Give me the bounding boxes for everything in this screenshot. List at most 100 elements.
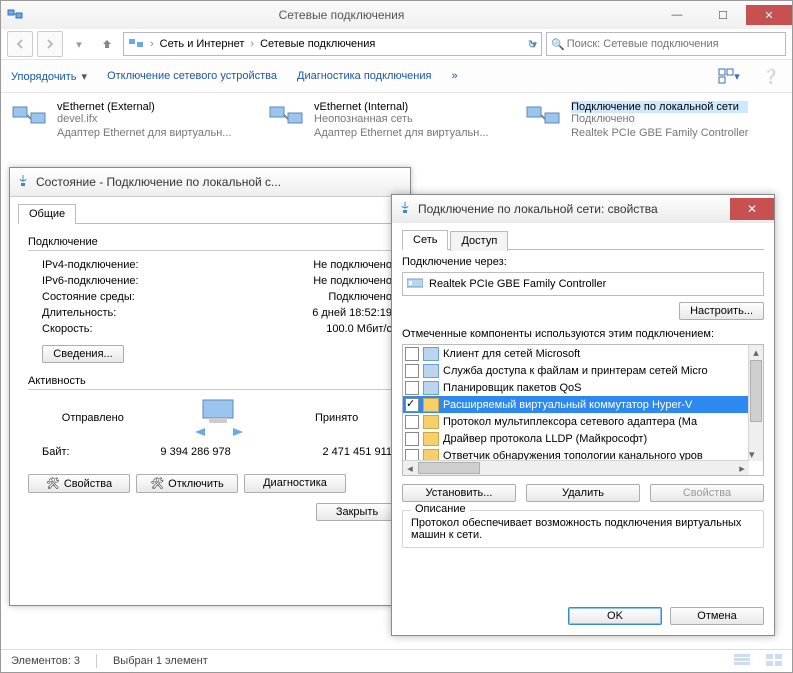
duration-value: 6 дней 18:52:19 [312, 307, 392, 319]
group-connection: Подключение [28, 236, 392, 248]
search-box[interactable]: 🔍 [546, 32, 786, 56]
tab-sharing[interactable]: Доступ [450, 231, 508, 251]
checkbox[interactable] [405, 398, 419, 412]
details-button[interactable]: Сведения... [42, 345, 124, 363]
configure-button[interactable]: Настроить... [679, 302, 764, 320]
connect-via-label: Подключение через: [402, 256, 764, 268]
list-item[interactable]: Служба доступа к файлам и принтерам сете… [403, 362, 763, 379]
cancel-button[interactable]: Отмена [670, 607, 764, 625]
bytes-sent: 9 394 286 978 [111, 446, 231, 458]
gear-icon: 🛠 [46, 477, 60, 490]
properties-button[interactable]: 🛠Свойства [28, 474, 130, 493]
duration-label: Длительность: [42, 307, 116, 319]
connection-list: vEthernet (External) devel.ifx Адаптер E… [1, 93, 792, 149]
ok-button[interactable]: OK [568, 607, 662, 625]
toolbar-overflow[interactable]: » [451, 70, 457, 82]
breadcrumb-seg[interactable]: Сеть и Интернет [160, 38, 245, 50]
organize-menu[interactable]: Упорядочить ▾ [11, 70, 87, 83]
connection-name: Подключение по локальной сети [571, 101, 748, 113]
close-button[interactable]: ✕ [730, 198, 774, 220]
diagnose-link[interactable]: Диагностика подключения [297, 70, 431, 82]
remove-button[interactable]: Удалить [526, 484, 640, 502]
nic-icon [407, 277, 423, 292]
search-input[interactable] [565, 37, 781, 51]
bytes-received: 2 471 451 911 [272, 446, 392, 458]
chevron-icon: › [250, 38, 254, 50]
list-item[interactable]: Протокол мультиплексора сетевого адаптер… [403, 413, 763, 430]
components-list[interactable]: Клиент для сетей Microsoft Служба доступ… [402, 344, 764, 476]
connection-status: Подключено [571, 113, 748, 127]
address-bar[interactable]: › Сеть и Интернет › Сетевые подключения … [123, 32, 542, 56]
close-button[interactable]: ✕ [746, 5, 792, 25]
horizontal-scrollbar[interactable]: ◂▸ [403, 460, 749, 475]
checkbox[interactable] [405, 432, 419, 446]
ipv4-value: Не подключено [313, 259, 392, 271]
selection-count: Выбран 1 элемент [113, 655, 208, 667]
connection-item[interactable]: vEthernet (External) devel.ifx Адаптер E… [11, 101, 258, 141]
up-button[interactable] [95, 32, 119, 56]
sent-label: Отправлено [62, 412, 124, 424]
view-details-icon[interactable] [734, 654, 750, 669]
description-text: Протокол обеспечивает возможность подклю… [411, 517, 741, 541]
view-tiles-icon[interactable] [766, 654, 782, 669]
bytes-label: Байт: [42, 446, 70, 458]
close-dialog-button[interactable]: Закрыть [316, 503, 398, 521]
breadcrumb-seg[interactable]: Сетевые подключения [260, 38, 375, 50]
network-icon [16, 174, 30, 191]
adapter-name: Realtek PCIe GBE Family Controller [429, 278, 606, 290]
disable-icon: 🛠 [150, 477, 164, 490]
tab-general[interactable]: Общие [18, 204, 76, 224]
list-item[interactable]: Драйвер протокола LLDP (Майкрософт) [403, 430, 763, 447]
forward-button[interactable] [37, 31, 63, 57]
disable-device-link[interactable]: Отключение сетевого устройства [107, 70, 277, 82]
navigation-row: ▾ › Сеть и Интернет › Сетевые подключени… [1, 29, 792, 60]
ipv6-value: Не подключено [313, 275, 392, 287]
component-icon [423, 347, 439, 361]
connection-adapter: Realtek PCIe GBE Family Controller [571, 127, 748, 141]
window-titlebar: Сетевые подключения — ☐ ✕ [1, 1, 792, 29]
received-label: Принято [315, 412, 358, 424]
history-dropdown[interactable]: ▾ [67, 32, 91, 56]
disable-button[interactable]: 🛠Отключить [136, 474, 238, 493]
adapter-field: Realtek PCIe GBE Family Controller [402, 272, 764, 296]
connection-item-selected[interactable]: Подключение по локальной сети Подключено… [525, 101, 782, 141]
window-title: Сетевые подключения [29, 8, 654, 22]
maximize-button[interactable]: ☐ [700, 5, 746, 25]
list-item[interactable]: Клиент для сетей Microsoft [403, 345, 763, 362]
checkbox[interactable] [405, 415, 419, 429]
diagnose-button[interactable]: Диагностика [244, 474, 346, 493]
refresh-button[interactable]: ↻ [528, 38, 537, 51]
description-legend: Описание [411, 503, 470, 515]
install-button[interactable]: Установить... [402, 484, 516, 502]
description-box: Описание Протокол обеспечивает возможнос… [402, 510, 764, 548]
component-icon [423, 415, 439, 429]
tab-network[interactable]: Сеть [402, 230, 448, 250]
list-item[interactable]: Планировщик пакетов QoS [403, 379, 763, 396]
connection-adapter: Адаптер Ethernet для виртуальн... [314, 127, 488, 141]
activity-icon [191, 396, 247, 440]
checkbox[interactable] [405, 381, 419, 395]
folder-icon [128, 35, 144, 54]
scrollbar-thumb[interactable] [750, 360, 762, 422]
media-value: Подключено [328, 291, 392, 303]
connection-status: devel.ifx [57, 113, 231, 127]
connection-name: vEthernet (External) [57, 101, 231, 113]
checkbox[interactable] [405, 347, 419, 361]
view-icon-button[interactable]: ▾ [718, 65, 740, 87]
checkbox[interactable] [405, 364, 419, 378]
scrollbar-thumb[interactable] [418, 462, 480, 474]
list-item-selected[interactable]: Расширяемый виртуальный коммутатор Hyper… [403, 396, 763, 413]
connection-item[interactable]: vEthernet (Internal) Неопознанная сеть А… [268, 101, 515, 141]
app-icon [7, 7, 23, 23]
minimize-button[interactable]: — [654, 5, 700, 25]
statusbar: Элементов: 3 Выбран 1 элемент [1, 649, 792, 672]
search-icon: 🔍 [551, 38, 565, 51]
status-dialog-title: Состояние - Подключение по локальной с..… [10, 168, 410, 197]
network-adapter-icon [525, 101, 565, 137]
network-adapter-icon [11, 101, 51, 137]
properties-dialog: Подключение по локальной сети: свойства … [391, 194, 775, 636]
help-button[interactable]: ❔ [760, 65, 782, 87]
vertical-scrollbar[interactable]: ▴▾ [748, 345, 763, 461]
back-button[interactable] [7, 31, 33, 57]
group-activity: Активность [28, 375, 392, 387]
